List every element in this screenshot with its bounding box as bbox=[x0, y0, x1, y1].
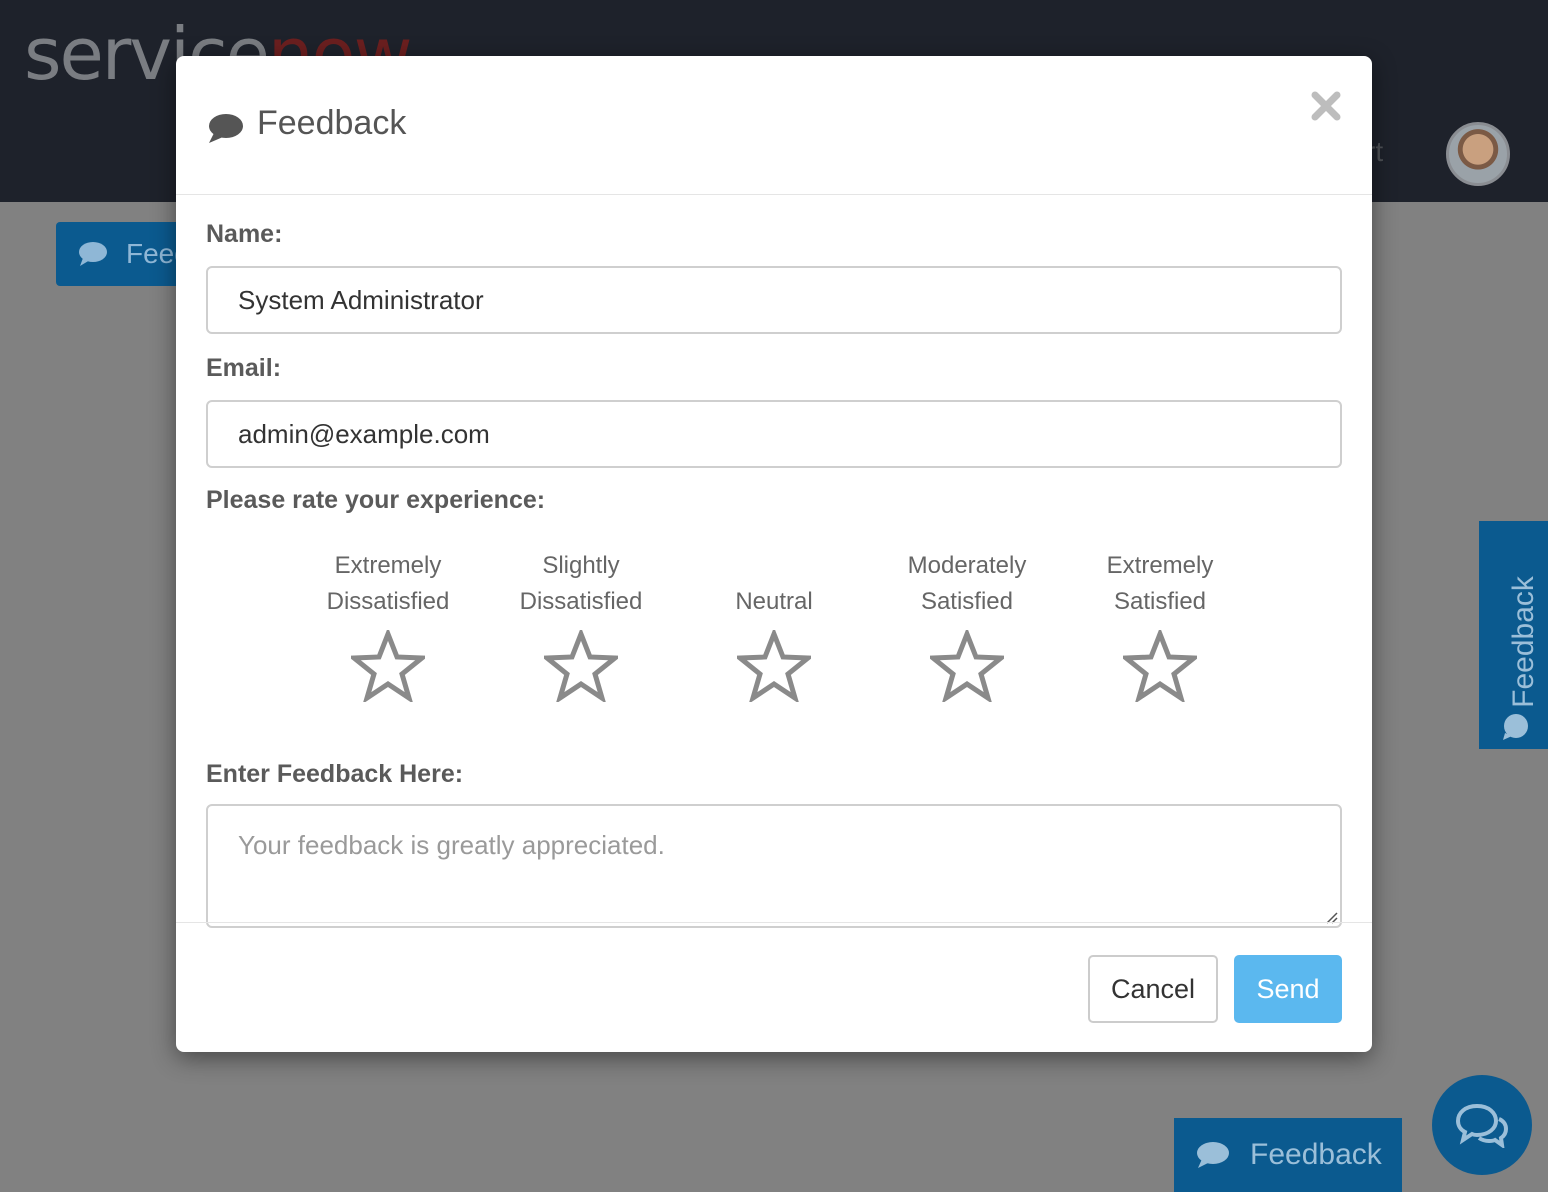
rating-label: Please rate your experience: bbox=[206, 486, 546, 514]
cancel-button[interactable]: Cancel bbox=[1088, 955, 1218, 1023]
close-button[interactable] bbox=[1308, 88, 1344, 124]
email-label: Email: bbox=[206, 354, 282, 382]
rating-option-extremely-satisfied[interactable]: Extremely Satisfied bbox=[1075, 548, 1245, 702]
feedback-textarea-wrapper bbox=[206, 804, 1342, 928]
rating-option-text: Extremely Dissatisfied bbox=[326, 552, 450, 615]
rating-option-extremely-dissatisfied[interactable]: Extremely Dissatisfied bbox=[303, 548, 473, 702]
modal-footer: Cancel Send bbox=[176, 922, 1372, 1052]
side-feedback-label: Feedback bbox=[1507, 576, 1540, 708]
side-feedback-tab[interactable]: Feedback bbox=[1479, 521, 1548, 749]
star-outline-icon[interactable] bbox=[1123, 630, 1197, 702]
name-label: Name: bbox=[206, 220, 283, 248]
rating-option-slightly-dissatisfied[interactable]: Slightly Dissatisfied bbox=[496, 548, 666, 702]
bottom-feedback-button[interactable]: Feedback bbox=[1174, 1118, 1402, 1192]
rating-group: Extremely Dissatisfied Slightly Dissatisfi… bbox=[206, 548, 1342, 762]
close-icon bbox=[1311, 91, 1341, 121]
speech-bubble-icon bbox=[1503, 714, 1528, 740]
rating-option-text: Extremely Satisfied bbox=[1106, 552, 1214, 615]
feedback-modal: Feedback Name: Email: Please rate your e… bbox=[176, 56, 1372, 1052]
star-outline-icon[interactable] bbox=[737, 630, 811, 702]
rating-option-moderately-satisfied[interactable]: Moderately Satisfied bbox=[882, 548, 1052, 702]
star-outline-icon[interactable] bbox=[930, 630, 1004, 702]
modal-header: Feedback bbox=[176, 56, 1372, 195]
speech-bubble-icon bbox=[209, 114, 243, 143]
rating-option-text: Neutral bbox=[735, 588, 813, 615]
rating-option-text: Slightly Dissatisfied bbox=[519, 552, 643, 615]
feedback-textarea[interactable] bbox=[206, 804, 1342, 928]
chat-button[interactable] bbox=[1432, 1075, 1532, 1175]
name-input[interactable] bbox=[206, 266, 1342, 334]
email-input[interactable] bbox=[206, 400, 1342, 468]
send-button[interactable]: Send bbox=[1234, 955, 1342, 1023]
speech-bubble-icon bbox=[79, 242, 107, 266]
star-outline-icon[interactable] bbox=[544, 630, 618, 702]
modal-title: Feedback bbox=[257, 104, 407, 142]
bottom-feedback-label: Feedback bbox=[1250, 1138, 1382, 1171]
star-outline-icon[interactable] bbox=[351, 630, 425, 702]
feedback-label: Enter Feedback Here: bbox=[206, 760, 464, 788]
speech-bubble-icon bbox=[1197, 1142, 1229, 1168]
avatar[interactable] bbox=[1446, 122, 1510, 186]
modal-body: Name: Email: Please rate your experience… bbox=[206, 196, 1342, 928]
rating-option-neutral[interactable]: Neutral bbox=[689, 548, 859, 702]
rating-option-text: Moderately Satisfied bbox=[907, 552, 1027, 615]
chat-bubbles-icon bbox=[1455, 1103, 1509, 1148]
